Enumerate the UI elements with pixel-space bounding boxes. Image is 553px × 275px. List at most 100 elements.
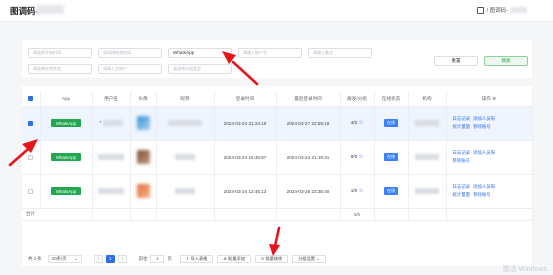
log-link[interactable]: 日志记录 xyxy=(453,150,471,155)
breadcrumb: / 图调码- xyxy=(476,6,527,14)
table-panel: App 用户名 头像 昵称 登录时间 最后登录时间 群发/分组 在线状态 机构 … xyxy=(22,86,533,266)
row-checkbox[interactable] xyxy=(28,120,34,126)
page-size-select[interactable]: 20条/页 ⌄ xyxy=(47,254,82,263)
add-person-link[interactable]: 添加人员呀 xyxy=(473,184,495,189)
prev-page-button[interactable]: ‹ xyxy=(93,254,103,263)
redacted-org xyxy=(415,120,439,126)
group-settings-button[interactable]: 分组设置 ⌄ xyxy=(292,254,326,263)
group-type-select[interactable]: 请选择分组类型 xyxy=(168,64,232,74)
next-page-button[interactable]: › xyxy=(117,254,127,263)
row-actions: 日志记录 添加人员呀 移除账号 xyxy=(446,140,533,175)
table-header-row: App 用户名 头像 昵称 登录时间 最后登录时间 群发/分组 在线状态 机构 … xyxy=(22,92,533,107)
col-last-login: 最后登录时间 xyxy=(276,92,341,107)
pagination-bar: 共 3 条 20条/页 ⌄ ‹ 1 › 前往 1 页 ⇪ 导入表格 ⊕ 批量添加 … xyxy=(28,254,326,263)
breadcrumb-text[interactable]: / 图调码- xyxy=(487,6,508,14)
stats-link[interactable]: 统计量量 xyxy=(453,124,471,129)
col-app: App xyxy=(40,92,93,107)
col-actions-label: 操作 xyxy=(481,95,491,101)
redacted-title xyxy=(36,5,64,14)
count-cell[interactable]: 4/0 xyxy=(351,120,357,125)
redacted-username xyxy=(98,188,124,194)
col-username: 用户名 xyxy=(92,92,131,107)
login-time-cell: 2024-03-24 12:45:13 xyxy=(214,174,277,209)
count-cell[interactable]: 1/0 xyxy=(351,188,357,193)
remark-input[interactable]: 请输入备注 xyxy=(308,48,372,58)
import-table-label: 导入表格 xyxy=(190,255,208,261)
row-actions: 日志记录 添加人员呀 统计量量 移除账号 xyxy=(446,174,533,209)
remove-account-link[interactable]: 移除账号 xyxy=(473,192,491,197)
avatar xyxy=(136,149,150,164)
last-login-cell: 2024-03-25 23:35:40 xyxy=(276,174,341,209)
redacted-username xyxy=(98,154,124,160)
avatar xyxy=(136,115,150,130)
count-cell[interactable]: 0/0 xyxy=(351,154,357,159)
redacted-crumb xyxy=(511,7,527,13)
table-row[interactable]: WhatsApp 2024-03-24 16:46:57 2024-03-24 … xyxy=(22,140,533,175)
select-all-cell[interactable] xyxy=(22,92,41,107)
batch-remove-button[interactable]: ⊖ 批量移除 xyxy=(254,254,289,263)
add-person-link[interactable]: 添加人员呀 xyxy=(473,150,495,155)
top-bar: 图调码- / 图调码- xyxy=(0,0,553,22)
col-actions: 操作 ⚙ xyxy=(446,92,533,107)
login-time-cell: 2024-03-24 21:24:19 xyxy=(214,106,277,141)
group-settings-label: 分组设置 xyxy=(298,255,315,261)
app-select[interactable]: WhatsApp ⌄ xyxy=(168,48,232,58)
log-link[interactable]: 日志记录 xyxy=(453,184,471,189)
summary-row: 合计 5/0 xyxy=(22,208,533,221)
col-count: 群发/分组 xyxy=(340,92,375,107)
main-account-input[interactable]: 请输入主账户 xyxy=(98,64,162,74)
search-button[interactable]: 搜索 xyxy=(484,56,528,66)
start-time-field[interactable]: 请选择开始时间 xyxy=(28,48,92,58)
total-count: 共 3 条 xyxy=(28,255,42,261)
status-badge: 在线 xyxy=(384,119,398,127)
online-status-select[interactable]: 请选择在线状态 xyxy=(28,64,92,74)
app-tag: WhatsApp xyxy=(50,187,82,195)
redacted-org xyxy=(415,188,439,194)
chevron-down-icon: ⌄ xyxy=(315,256,320,261)
page-unit-label: 页 xyxy=(167,255,172,261)
status-badge: 在线 xyxy=(384,153,398,161)
row-checkbox[interactable] xyxy=(28,188,34,194)
app-select-value: WhatsApp xyxy=(173,50,195,55)
last-login-cell: 2024-03-27 22:59:19 xyxy=(276,106,341,141)
col-org: 机构 xyxy=(408,92,447,107)
redacted-nickname xyxy=(175,154,195,160)
accounts-table: App 用户名 头像 昵称 登录时间 最后登录时间 群发/分组 在线状态 机构 … xyxy=(22,92,533,221)
summary-label: 合计 xyxy=(22,208,93,221)
last-login-cell: 2024-03-24 21:19:41 xyxy=(276,140,341,175)
page-1-button[interactable]: 1 xyxy=(105,254,115,263)
person-icon[interactable]: ⚇ xyxy=(359,154,363,159)
col-status: 在线状态 xyxy=(374,92,409,107)
home-icon[interactable] xyxy=(476,6,484,14)
gear-icon[interactable]: ⚙ xyxy=(492,96,496,101)
select-all-checkbox[interactable] xyxy=(28,96,34,102)
reset-button[interactable]: 重置 xyxy=(434,56,478,66)
batch-add-button[interactable]: ⊕ 批量添加 xyxy=(217,254,251,263)
row-checkbox[interactable] xyxy=(28,154,34,160)
person-icon[interactable]: ⚇ xyxy=(359,120,363,125)
account-input[interactable]: 请输入账户号 xyxy=(238,48,302,58)
col-nickname: 昵称 xyxy=(156,92,215,107)
chevron-down-icon: ⌄ xyxy=(223,50,228,56)
redacted-username xyxy=(102,120,123,126)
login-time-cell: 2024-03-24 16:46:57 xyxy=(214,140,277,175)
batch-add-label: 批量添加 xyxy=(228,255,245,261)
table-row[interactable]: WhatsApp 2024-03-24 12:45:13 2024-03-25 … xyxy=(22,174,533,209)
log-link[interactable]: 日志记录 xyxy=(453,116,471,121)
add-person-link[interactable]: 添加人员呀 xyxy=(473,116,495,121)
col-avatar: 头像 xyxy=(130,92,157,107)
import-table-button[interactable]: ⇪ 导入表格 xyxy=(179,254,214,263)
windows-watermark: 激活 Windows xyxy=(502,266,547,273)
redacted-nickname xyxy=(168,120,202,126)
person-icon[interactable]: ⚇ xyxy=(359,188,363,193)
remove-account-link[interactable]: 移除账号 xyxy=(453,158,471,163)
app-tag: WhatsApp xyxy=(50,153,82,161)
app-tag: WhatsApp xyxy=(50,119,82,127)
end-time-field[interactable]: 请选择结束时间 xyxy=(98,48,162,58)
stats-link[interactable]: 统计量量 xyxy=(453,192,471,197)
remove-account-link[interactable]: 移除账号 xyxy=(473,124,491,129)
summary-total: 5/0 xyxy=(340,208,375,221)
goto-page-input[interactable]: 1 xyxy=(150,254,165,263)
batch-remove-label: 批量移除 xyxy=(265,255,283,261)
table-row[interactable]: WhatsApp * 2024-03-24 21:24:19 2024-03-2… xyxy=(22,106,533,141)
